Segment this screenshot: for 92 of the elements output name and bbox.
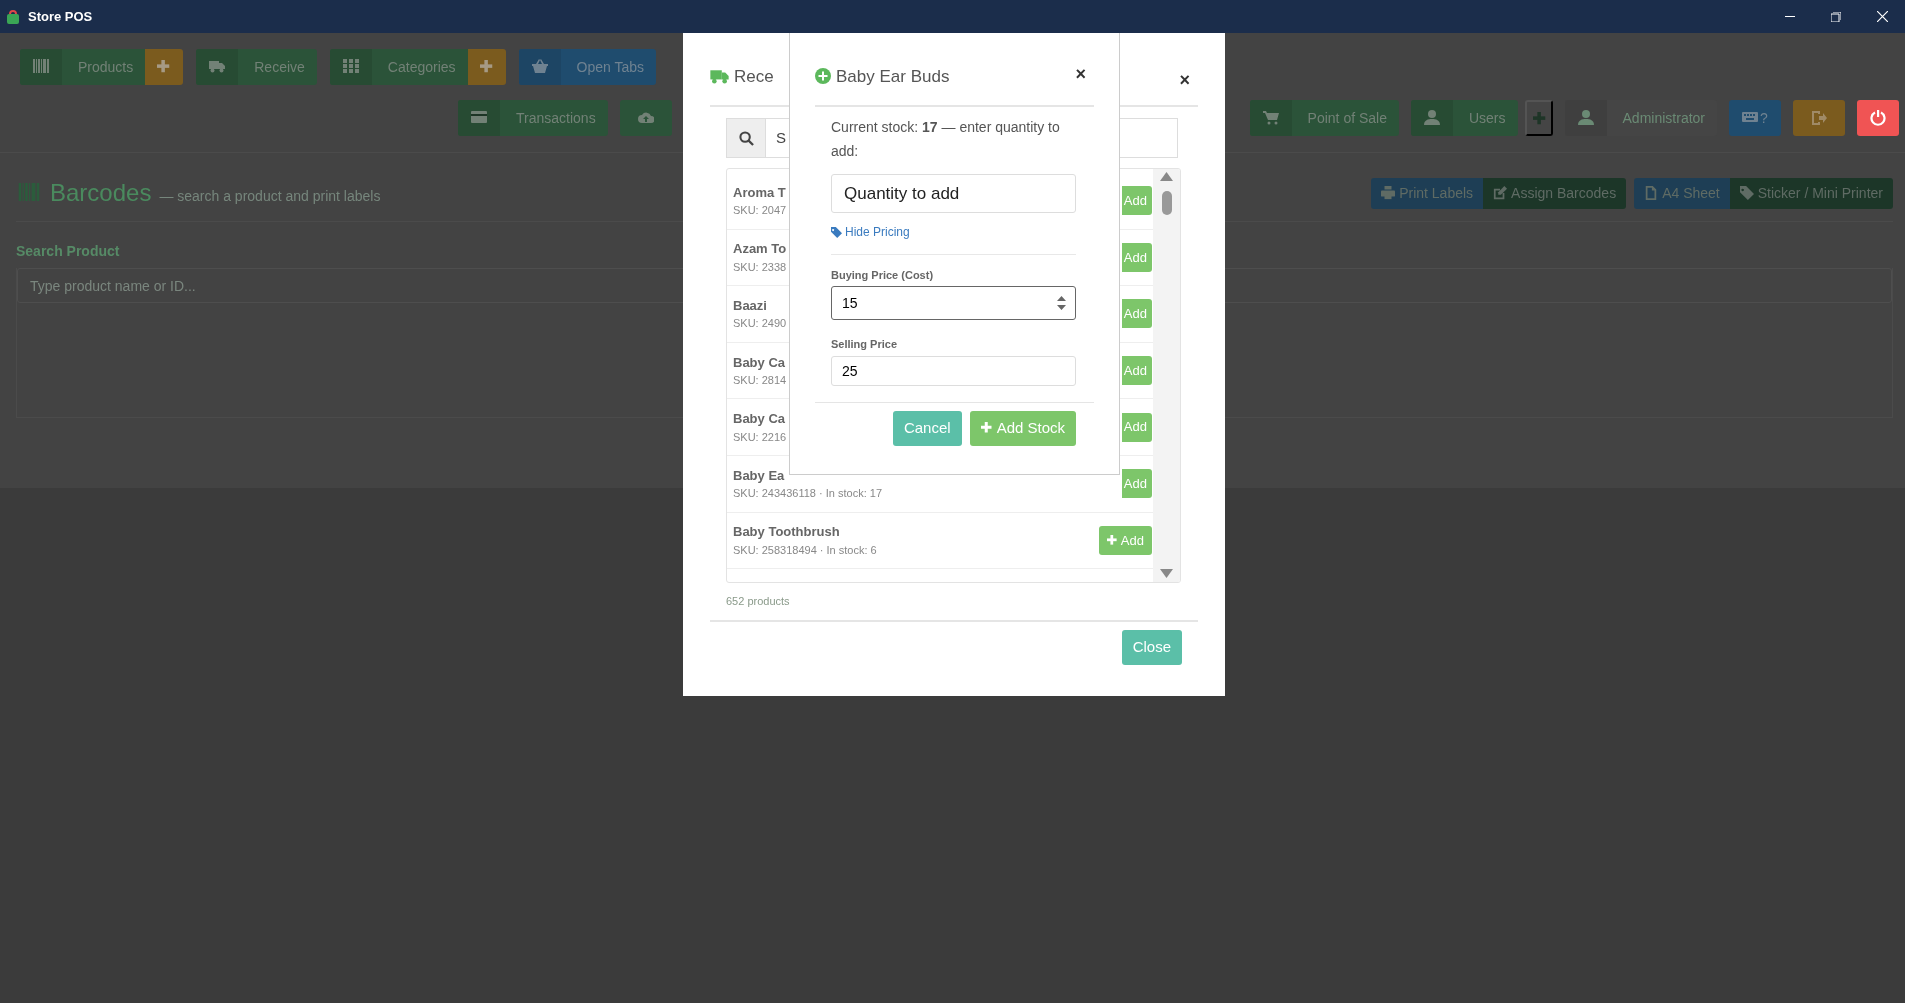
cancel-button[interactable]: Cancel <box>892 410 962 446</box>
product-sku: SKU: 258318494 · In stock: 6 <box>733 542 877 558</box>
close-icon <box>1876 11 1888 22</box>
pencil-icon <box>1493 186 1508 200</box>
toolbar-button[interactable]: Categories <box>329 49 468 85</box>
field-label: Buying Price (Cost) <box>831 267 935 283</box>
scroll-down-icon <box>1160 569 1173 578</box>
toolbar-button[interactable]: Point of Sale <box>1249 100 1399 136</box>
price-field[interactable]: 25 <box>831 355 1076 386</box>
toolbar-button[interactable]: A4 Sheet <box>1634 177 1730 209</box>
product-sku: SKU: 243436118 · In stock: 17 <box>733 486 882 502</box>
maximize-icon <box>1831 11 1841 22</box>
close-button[interactable]: Close <box>1121 629 1182 665</box>
scroll-up-icon <box>1160 172 1173 181</box>
field-label: Selling Price <box>831 337 899 352</box>
scrollbar[interactable] <box>1153 169 1180 582</box>
product-name: Azam To <box>733 240 787 259</box>
product-name: Baby Ea <box>733 466 785 485</box>
toolbar-button[interactable]: ? <box>1729 100 1781 136</box>
add-button[interactable]: Add <box>1098 525 1152 555</box>
add-button[interactable] <box>1524 100 1553 136</box>
add-button[interactable]: Add <box>1121 412 1152 442</box>
toolbar-button[interactable]: Receive <box>196 49 317 85</box>
plus-icon <box>157 60 172 74</box>
printer-icon <box>1381 186 1396 200</box>
basket-icon <box>531 59 548 75</box>
toolbar-button[interactable]: Print Labels <box>1371 177 1484 209</box>
close-button[interactable]: × <box>1171 71 1198 89</box>
product-count: 652 products <box>726 594 791 609</box>
add-button[interactable] <box>145 49 184 85</box>
product-sku: SKU: 2490 <box>733 316 787 332</box>
product-name: Baby Ca <box>733 353 786 372</box>
toolbar-button[interactable]: Open Tabs <box>518 49 656 85</box>
page-title: Barcodes <box>50 178 152 208</box>
spinner-icon <box>1057 296 1066 310</box>
grid-icon <box>342 59 359 75</box>
cart-icon <box>1262 110 1279 126</box>
document-icon <box>1644 186 1659 200</box>
cloud-icon <box>637 110 654 126</box>
toolbar-button[interactable]: Users <box>1410 100 1518 136</box>
add-button[interactable]: Add <box>1121 356 1152 386</box>
add-button[interactable]: Add <box>1121 186 1152 216</box>
window-title: Store POS <box>28 7 93 26</box>
price-field[interactable]: 15 <box>831 286 1076 320</box>
barcode-icon <box>33 59 49 75</box>
add-stock-button[interactable]: Add Stock <box>969 410 1076 446</box>
add-button[interactable]: Add <box>1121 469 1152 499</box>
toolbar-button[interactable] <box>1793 100 1845 136</box>
toolbar-button[interactable] <box>1857 100 1899 136</box>
tag-icon <box>831 226 842 238</box>
plus-icon <box>1532 111 1547 126</box>
search-icon <box>738 130 754 146</box>
plus-icon <box>980 422 993 434</box>
scrollbar-thumb[interactable] <box>1161 191 1172 215</box>
minimize-icon <box>1785 16 1795 17</box>
product-sku: SKU: 2814 <box>733 373 787 389</box>
toolbar-button[interactable] <box>619 100 672 136</box>
product-sku: SKU: 2047 <box>733 203 787 219</box>
add-button[interactable]: Add <box>1121 299 1152 329</box>
product-name: Baazi <box>733 297 767 315</box>
plus-circle-icon <box>815 68 831 85</box>
toolbar-button[interactable]: Products <box>20 49 146 85</box>
logout-icon <box>1811 110 1827 126</box>
toolbar-button[interactable]: Sticker / Mini Printer <box>1729 177 1893 209</box>
app-logo-icon <box>6 9 20 24</box>
dialog-title: Baby Ear Buds <box>836 65 950 88</box>
product-sku: SKU: 2338 <box>733 259 787 275</box>
quantity-field[interactable]: Quantity to add <box>831 174 1076 213</box>
pricing-link[interactable]: Hide Pricing <box>831 223 910 241</box>
product-name: Baby Toothbrush <box>733 523 840 542</box>
field-label: Search Product <box>16 242 120 261</box>
stock-message: Current stock: 17 — enter quantity to add: <box>831 118 1061 161</box>
product-sku: SKU: 2216 <box>733 429 787 445</box>
close-button[interactable]: × <box>1067 65 1094 83</box>
toolbar-button[interactable]: Assign Barcodes <box>1483 177 1627 209</box>
truck-icon <box>710 68 729 85</box>
user-icon <box>1423 110 1440 126</box>
product-name: Baby Ca <box>733 410 786 429</box>
plus-icon <box>1106 534 1118 546</box>
product-name: Aroma T <box>733 183 786 202</box>
barcode-icon <box>16 183 42 201</box>
dialog-title: Rece <box>734 65 774 88</box>
add-button[interactable]: Add <box>1121 242 1152 272</box>
plus-icon <box>479 60 494 74</box>
truck-icon <box>209 59 226 75</box>
tag-icon <box>1739 186 1754 200</box>
power-icon <box>1870 110 1886 126</box>
page-subtitle: — search a product and print labels <box>159 187 381 206</box>
card-icon <box>471 110 487 126</box>
toolbar-button[interactable]: Transactions <box>458 100 608 136</box>
user-icon <box>1577 110 1594 126</box>
add-button[interactable] <box>467 49 506 85</box>
